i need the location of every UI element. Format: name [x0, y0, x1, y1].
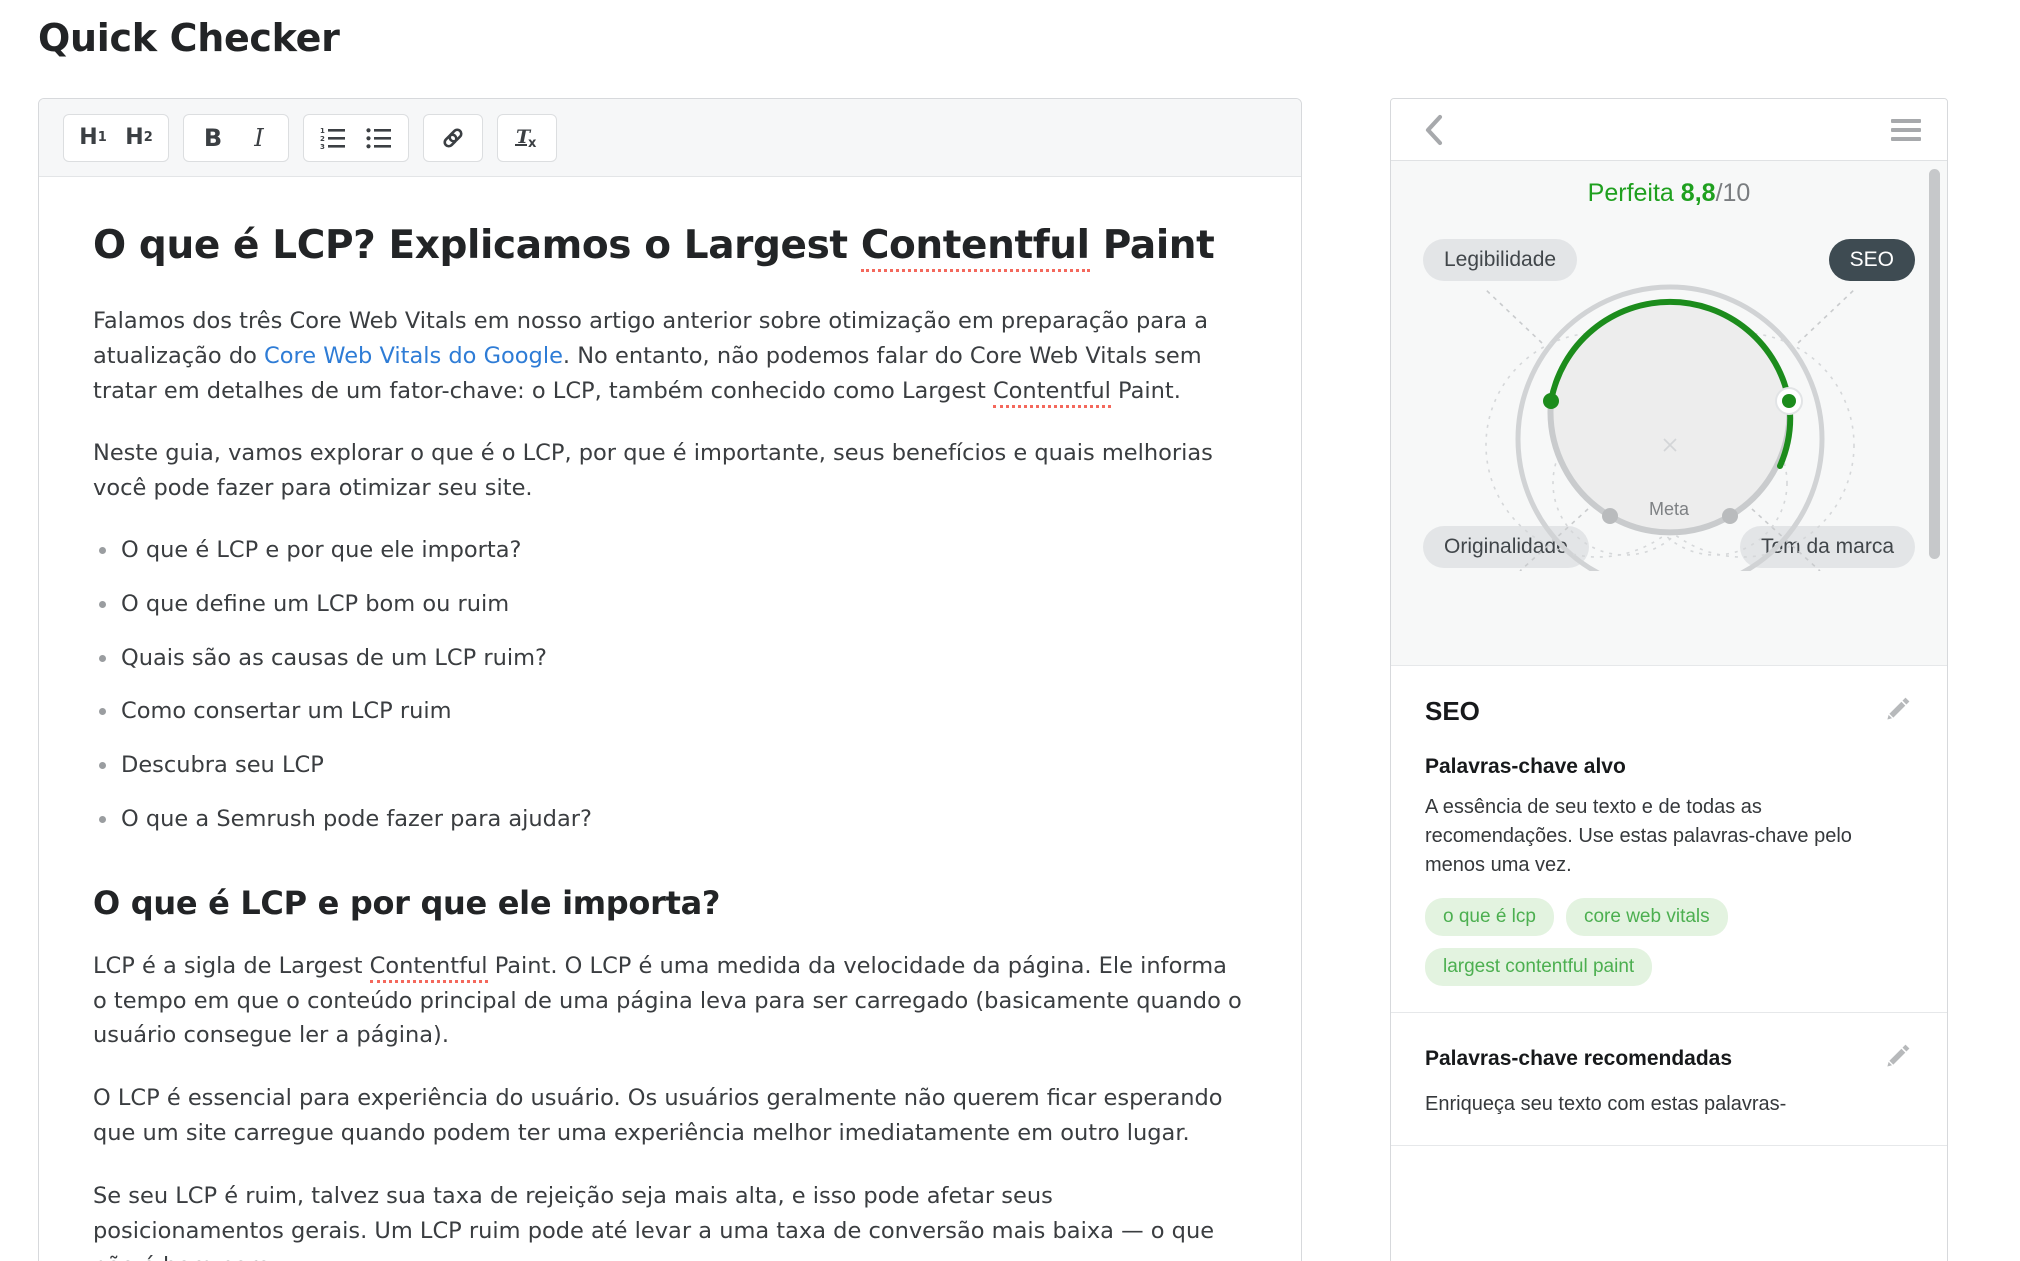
- svg-text:2: 2: [320, 135, 325, 143]
- leader-line-legibilidade: [1484, 288, 1543, 344]
- list-tool-group: 1 2 3: [303, 113, 409, 162]
- document-editor[interactable]: O que é LCP? Explicamos o Largest Conten…: [39, 177, 1301, 1261]
- radar-chart-svg: [1484, 284, 1856, 594]
- list-item: O que é LCP e por que ele importa?: [93, 534, 1247, 588]
- document-paragraph-2: Neste guia, vamos explorar o que é o LCP…: [93, 440, 1213, 502]
- editor-toolbar: H1 H2 B I 1 2 3 T x: [39, 99, 1301, 177]
- pencil-icon: [1887, 697, 1910, 720]
- score-value: 8,8: [1680, 179, 1716, 207]
- svg-text:3: 3: [320, 143, 325, 150]
- panel-scrollbar[interactable]: [1929, 169, 1940, 1261]
- italic-button[interactable]: I: [236, 118, 282, 158]
- document-paragraph-5: Se seu LCP é ruim, talvez sua taxa de re…: [93, 1183, 1215, 1261]
- document-paragraph-4: O LCP é essencial para experiência do us…: [93, 1085, 1223, 1147]
- h1-label: H: [79, 125, 98, 150]
- heading-2-button[interactable]: H2: [116, 118, 162, 158]
- svg-text:x: x: [528, 136, 537, 151]
- radar-chart: [1391, 271, 1947, 594]
- panel-scrollbar-thumb[interactable]: [1929, 169, 1940, 559]
- insert-link-button[interactable]: [430, 118, 476, 158]
- h1-text-b: Paint: [1089, 223, 1215, 268]
- h2-label: H: [125, 125, 144, 150]
- ordered-list-icon: 1 2 3: [320, 127, 345, 150]
- document-paragraph-1: Falamos dos três Core Web Vitals em noss…: [93, 304, 1247, 409]
- editor-card: H1 H2 B I 1 2 3 T x O que é LCP? Explica…: [38, 98, 1302, 1261]
- analysis-side-panel: Perfeita 8,8/10 Legibilidade SEO Origina…: [1390, 98, 1948, 1261]
- pencil-icon: [1887, 1044, 1910, 1067]
- clear-format-icon: T x: [515, 126, 537, 151]
- list-item: Quais são as causas de um LCP ruim?: [93, 642, 1247, 696]
- target-keywords-title: Palavras-chave alvo: [1425, 755, 1626, 778]
- p3-misspelled-word: Contentful: [369, 952, 488, 983]
- seo-section: SEO Palavras-chave alvo A essência de se…: [1391, 666, 1947, 1013]
- edit-seo-button[interactable]: [1883, 694, 1913, 729]
- ordered-list-button[interactable]: 1 2 3: [310, 118, 356, 158]
- h2-sub: 2: [143, 130, 153, 145]
- app-root: Quick Checker H1 H2 B I 1 2 3 T x O que …: [0, 0, 2020, 1261]
- leader-line-seo: [1797, 288, 1856, 344]
- h1-misspelled-word: Contentful: [860, 223, 1090, 272]
- hamburger-line: [1891, 127, 1921, 132]
- menu-button[interactable]: [1891, 114, 1921, 146]
- hamburger-line: [1891, 118, 1921, 123]
- target-keywords-description: A essência de seu texto e de todas as re…: [1425, 796, 1852, 876]
- meta-axis-label: Meta: [1648, 499, 1690, 519]
- hamburger-line: [1891, 136, 1921, 141]
- link-tool-group: [423, 113, 483, 162]
- document-heading-1: O que é LCP? Explicamos o Largest Conten…: [93, 223, 1247, 272]
- radar-point-legibilidade[interactable]: [1543, 393, 1559, 409]
- edit-recommended-keywords-button[interactable]: [1883, 1041, 1913, 1076]
- document-heading-2: O que é LCP e por que ele importa?: [93, 883, 721, 922]
- recommended-keywords-title: Palavras-chave recomendadas: [1425, 1046, 1733, 1070]
- recommended-keywords-section: Palavras-chave recomendadas Enriqueça se…: [1391, 1013, 1947, 1146]
- seo-section-title: SEO: [1425, 696, 1480, 726]
- bullet-list-icon: [366, 127, 391, 148]
- overall-score: Perfeita 8,8/10: [1391, 179, 1947, 208]
- heading-1-button[interactable]: H1: [70, 118, 116, 158]
- seo-section-header: SEO: [1425, 694, 1913, 729]
- keyword-chip[interactable]: largest contentful paint: [1425, 948, 1653, 986]
- document-paragraph-3: LCP é a sigla de Largest Contentful Pain…: [93, 949, 1247, 1054]
- p3-text-a: LCP é a sigla de Largest: [93, 952, 370, 979]
- p1-misspelled-word: Contentful: [992, 377, 1111, 408]
- clear-formatting-button[interactable]: T x: [504, 118, 550, 158]
- score-overview: Perfeita 8,8/10 Legibilidade SEO Origina…: [1391, 161, 1947, 666]
- heading-tool-group: H1 H2: [63, 113, 169, 162]
- h1-text-a: O que é LCP? Explicamos o Largest: [93, 223, 861, 268]
- list-item: O que a Semrush pode fazer para ajudar?: [93, 803, 1247, 857]
- radar-point-seo[interactable]: [1782, 394, 1796, 408]
- list-item: Descubra seu LCP: [93, 749, 1247, 803]
- score-max: /10: [1715, 179, 1751, 207]
- recommended-keywords-header: Palavras-chave recomendadas: [1425, 1041, 1913, 1076]
- list-item: Como consertar um LCP ruim: [93, 695, 1247, 749]
- bold-button[interactable]: B: [190, 118, 236, 158]
- bullet-list-button[interactable]: [356, 118, 402, 158]
- panel-header: [1391, 99, 1947, 161]
- keyword-chip[interactable]: o que é lcp: [1425, 898, 1554, 936]
- text-style-tool-group: B I: [183, 113, 289, 162]
- p1-text-c: Paint.: [1110, 377, 1181, 404]
- recommended-keywords-description: Enriqueça seu texto com estas palavras-: [1425, 1093, 1787, 1115]
- core-web-vitals-link[interactable]: Core Web Vitals do Google: [264, 343, 563, 369]
- clear-format-tool-group: T x: [497, 113, 557, 162]
- document-toc-list: O que é LCP e por que ele importa? O que…: [93, 534, 1247, 857]
- keyword-chip[interactable]: core web vitals: [1565, 898, 1728, 936]
- back-button[interactable]: [1417, 113, 1451, 147]
- svg-text:1: 1: [320, 127, 325, 135]
- chevron-left-icon: [1425, 114, 1443, 145]
- h1-sub: 1: [97, 130, 107, 145]
- target-keywords-list: o que é lcp core web vitals largest cont…: [1425, 898, 1913, 986]
- list-item: O que define um LCP bom ou ruim: [93, 588, 1247, 642]
- link-icon: [443, 127, 463, 148]
- score-label: Perfeita: [1587, 179, 1674, 207]
- page-title: Quick Checker: [38, 16, 340, 60]
